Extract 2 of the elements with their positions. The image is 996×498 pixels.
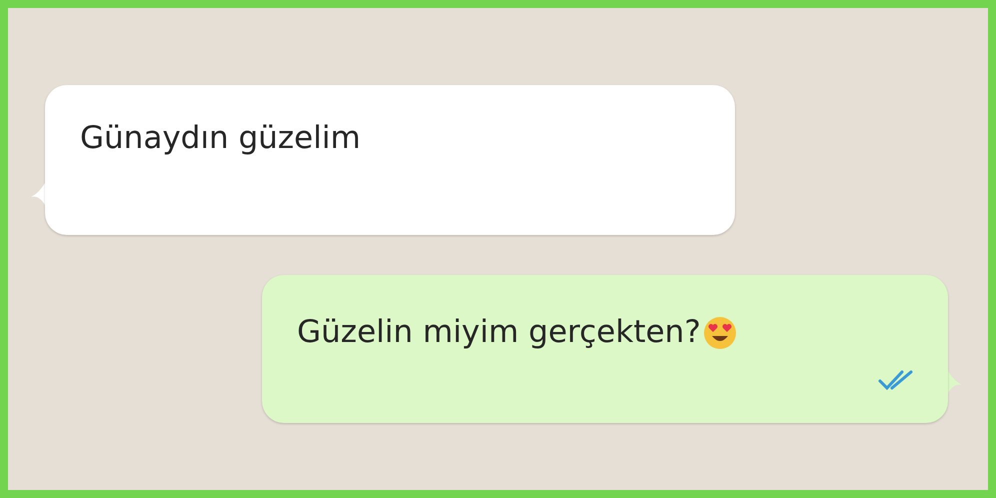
message-text: Güzelin miyim gerçekten? [297, 314, 701, 350]
message-text: Günaydın güzelim [80, 120, 361, 156]
